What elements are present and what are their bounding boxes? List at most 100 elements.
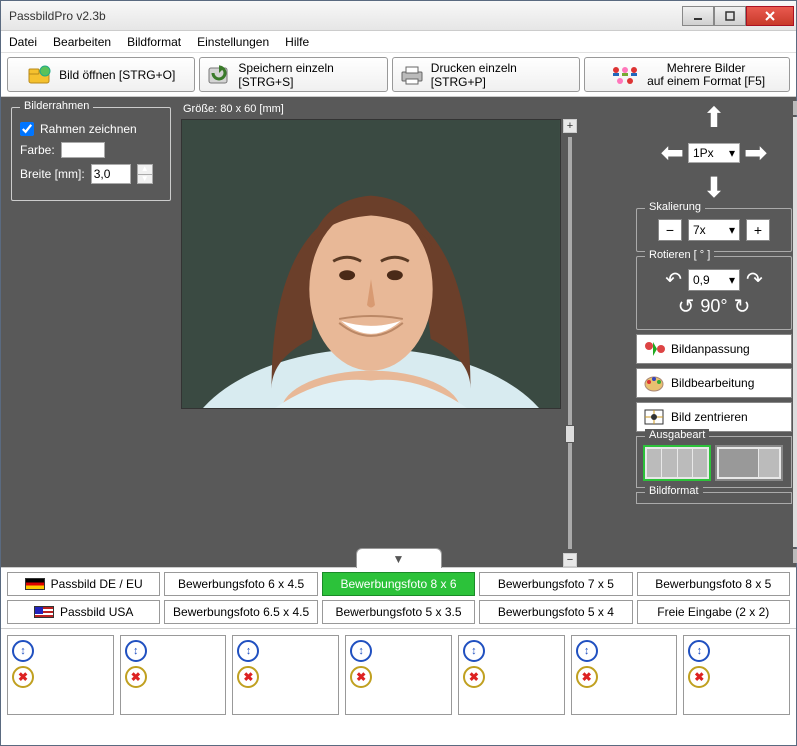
slot-step-button[interactable]: ↕ bbox=[12, 640, 34, 662]
rotate-ccw-icon[interactable]: ↺ bbox=[678, 294, 695, 319]
format-65x45[interactable]: Bewerbungsfoto 6.5 x 4.5 bbox=[164, 600, 317, 624]
move-pad: ⬆ ⬅ 1Px▾ ➡ ⬇ bbox=[636, 101, 792, 204]
printer-icon bbox=[399, 65, 425, 85]
move-right-icon[interactable]: ➡ bbox=[744, 136, 767, 169]
color-swatch[interactable] bbox=[61, 142, 105, 158]
right-scrollbar[interactable] bbox=[793, 117, 797, 547]
format-free[interactable]: Freie Eingabe (2 x 2) bbox=[637, 600, 790, 624]
fit-button[interactable]: Bildanpassung bbox=[636, 334, 792, 364]
rotate-undo-icon[interactable]: ↶ bbox=[665, 267, 682, 292]
save-label: Speichern einzeln [STRG+S] bbox=[238, 61, 380, 89]
menu-einstellungen[interactable]: Einstellungen bbox=[197, 35, 269, 49]
edit-button[interactable]: Bildbearbeitung bbox=[636, 368, 792, 398]
chevron-down-icon: ▾ bbox=[729, 146, 735, 160]
slot-step-button[interactable]: ↕ bbox=[688, 640, 710, 662]
slot: ↕ ✖ bbox=[571, 635, 678, 715]
open-icon bbox=[27, 65, 53, 85]
menu-bearbeiten[interactable]: Bearbeiten bbox=[53, 35, 111, 49]
slot: ↕ ✖ bbox=[232, 635, 339, 715]
slot-remove-button[interactable]: ✖ bbox=[237, 666, 259, 688]
photo-canvas[interactable] bbox=[181, 119, 561, 409]
updown-icon: ↕ bbox=[358, 645, 364, 657]
open-button[interactable]: Bild öffnen [STRG+O] bbox=[7, 57, 195, 92]
move-step-select[interactable]: 1Px▾ bbox=[688, 143, 740, 163]
close-button[interactable] bbox=[746, 6, 794, 26]
slot-step-button[interactable]: ↕ bbox=[237, 640, 259, 662]
slot-step-button[interactable]: ↕ bbox=[576, 640, 598, 662]
format-8x5[interactable]: Bewerbungsfoto 8 x 5 bbox=[637, 572, 790, 596]
minimize-button[interactable] bbox=[682, 6, 714, 26]
move-up-icon[interactable]: ⬆ bbox=[702, 101, 725, 134]
slot-remove-button[interactable]: ✖ bbox=[125, 666, 147, 688]
slot-remove-button[interactable]: ✖ bbox=[350, 666, 372, 688]
slot-remove-button[interactable]: ✖ bbox=[463, 666, 485, 688]
slot: ↕ ✖ bbox=[7, 635, 114, 715]
rotate-panel: Rotieren [ ° ] ↶ 0,9▾ ↷ ↺ 90° ↻ bbox=[636, 256, 792, 330]
format-5x35[interactable]: Bewerbungsfoto 5 x 3.5 bbox=[322, 600, 475, 624]
scale-select[interactable]: 7x▾ bbox=[688, 219, 740, 241]
slot-remove-button[interactable]: ✖ bbox=[12, 666, 34, 688]
people-icon bbox=[609, 64, 641, 86]
zoom-out-button[interactable]: − bbox=[563, 553, 577, 567]
scale-panel: Skalierung − 7x▾ + bbox=[636, 208, 792, 252]
chevron-down-icon: ▾ bbox=[729, 273, 735, 287]
output-split-option[interactable] bbox=[715, 445, 783, 481]
fit-label: Bildanpassung bbox=[671, 342, 750, 356]
tray-toggle-button[interactable]: ▼ bbox=[356, 548, 442, 568]
draw-frame-checkbox[interactable] bbox=[20, 122, 34, 136]
slot-step-button[interactable]: ↕ bbox=[350, 640, 372, 662]
updown-icon: ↕ bbox=[584, 645, 590, 657]
zoom-in-button[interactable]: + bbox=[563, 119, 577, 133]
format-6x45[interactable]: Bewerbungsfoto 6 x 4.5 bbox=[164, 572, 317, 596]
slot-step-button[interactable]: ↕ bbox=[125, 640, 147, 662]
rotate-redo-icon[interactable]: ↷ bbox=[746, 267, 763, 292]
slot-remove-button[interactable]: ✖ bbox=[688, 666, 710, 688]
format-7x5[interactable]: Bewerbungsfoto 7 x 5 bbox=[479, 572, 632, 596]
rotate-select[interactable]: 0,9 ▾ bbox=[688, 269, 740, 291]
format-label: Bewerbungsfoto 5 x 4 bbox=[498, 605, 614, 619]
x-icon: ✖ bbox=[694, 670, 704, 684]
center-button[interactable]: Bild zentrieren bbox=[636, 402, 792, 432]
slot-remove-button[interactable]: ✖ bbox=[576, 666, 598, 688]
format-8x6[interactable]: Bewerbungsfoto 8 x 6 bbox=[322, 572, 475, 596]
x-icon: ✖ bbox=[243, 670, 253, 684]
format-label: Freie Eingabe (2 x 2) bbox=[657, 605, 769, 619]
move-left-icon[interactable]: ⬅ bbox=[661, 136, 684, 169]
rotate-value: 0,9 bbox=[693, 273, 710, 287]
menu-bildformat[interactable]: Bildformat bbox=[127, 35, 181, 49]
scale-minus-button[interactable]: − bbox=[658, 219, 682, 241]
multi-l1: Mehrere Bilder bbox=[647, 62, 765, 75]
move-down-icon[interactable]: ⬇ bbox=[702, 171, 725, 204]
width-stepper[interactable]: ▲▼ bbox=[137, 164, 153, 184]
zoom-slider: + − bbox=[561, 119, 579, 567]
zoom-track[interactable] bbox=[568, 137, 572, 549]
rotate-cw-icon[interactable]: ↻ bbox=[734, 294, 751, 319]
width-label: Breite [mm]: bbox=[20, 167, 85, 181]
output-grid-option[interactable] bbox=[643, 445, 711, 481]
bildformat-panel: Bildformat bbox=[636, 492, 792, 504]
zoom-thumb[interactable] bbox=[565, 425, 575, 443]
maximize-button[interactable] bbox=[714, 6, 746, 26]
scale-plus-button[interactable]: + bbox=[746, 219, 770, 241]
updown-icon: ↕ bbox=[246, 645, 252, 657]
menu-datei[interactable]: Datei bbox=[9, 35, 37, 49]
print-button[interactable]: Drucken einzeln [STRG+P] bbox=[392, 57, 580, 92]
scale-value: 7x bbox=[693, 223, 706, 237]
fit-icon bbox=[643, 340, 665, 358]
format-grid: Passbild DE / EU Bewerbungsfoto 6 x 4.5 … bbox=[1, 567, 796, 628]
multi-button[interactable]: Mehrere Bilder auf einem Format [F5] bbox=[584, 57, 790, 92]
slot-step-button[interactable]: ↕ bbox=[463, 640, 485, 662]
slot-row: ↕ ✖ ↕ ✖ ↕ ✖ ↕ ✖ ↕ ✖ ↕ ✖ ↕ ✖ bbox=[1, 628, 796, 721]
open-label: Bild öffnen [STRG+O] bbox=[59, 68, 175, 82]
menu-hilfe[interactable]: Hilfe bbox=[285, 35, 309, 49]
slot: ↕ ✖ bbox=[345, 635, 452, 715]
format-5x4[interactable]: Bewerbungsfoto 5 x 4 bbox=[479, 600, 632, 624]
center-icon bbox=[643, 408, 665, 426]
output-legend: Ausgabeart bbox=[645, 429, 709, 441]
format-de[interactable]: Passbild DE / EU bbox=[7, 572, 160, 596]
updown-icon: ↕ bbox=[133, 645, 139, 657]
save-button[interactable]: Speichern einzeln [STRG+S] bbox=[199, 57, 387, 92]
flag-us-icon bbox=[34, 606, 54, 618]
format-usa[interactable]: Passbild USA bbox=[7, 600, 160, 624]
width-input[interactable] bbox=[91, 164, 131, 184]
